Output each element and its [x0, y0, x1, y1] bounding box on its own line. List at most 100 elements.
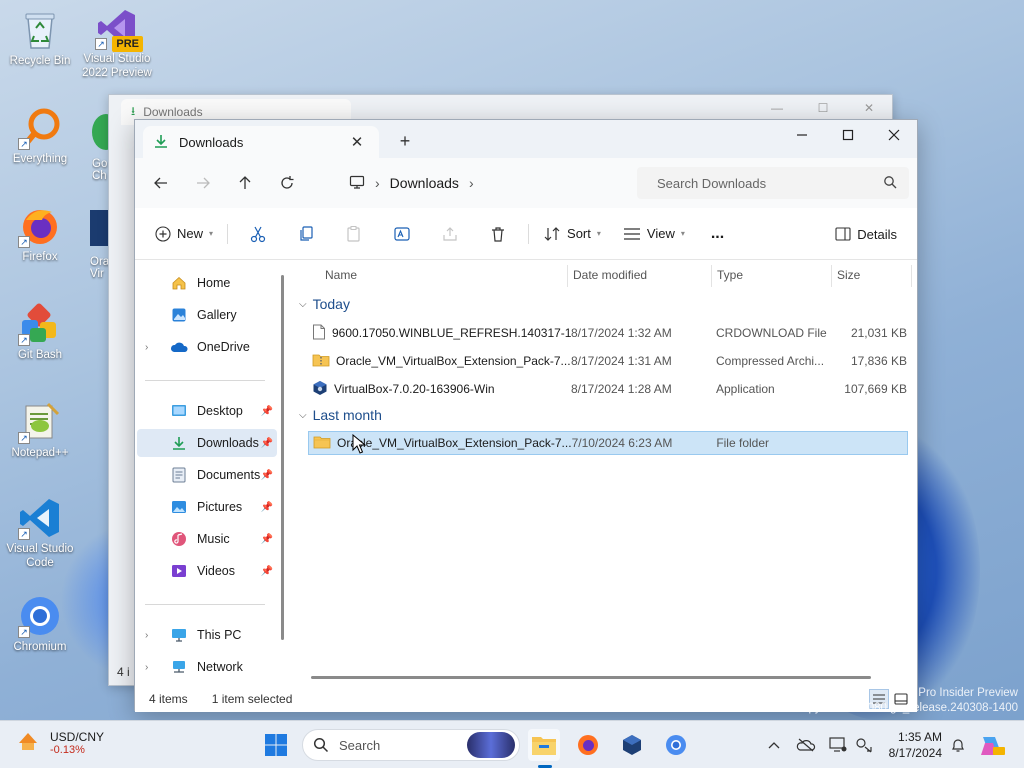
details-pane-button[interactable]: Details — [827, 218, 905, 250]
nav-pane-scrollbar[interactable] — [281, 275, 284, 640]
desktop-icon-visual-studio[interactable]: PRE ↗ Visual Studio 2022 Preview — [79, 6, 155, 80]
visual-studio-icon: PRE ↗ — [95, 6, 143, 52]
column-header-type[interactable]: Type — [717, 261, 817, 289]
desktop-icon-chromium[interactable]: ↗ Chromium — [2, 594, 78, 654]
minimize-button[interactable] — [779, 120, 825, 150]
pin-icon[interactable]: 📌 — [261, 470, 273, 481]
monitor-icon[interactable] — [349, 174, 365, 193]
refresh-icon[interactable] — [271, 167, 303, 199]
desktop-icon-notepadpp[interactable]: ↗ Notepad++ — [2, 400, 78, 460]
column-header-date[interactable]: Date modified — [573, 261, 703, 289]
maximize-button[interactable] — [825, 120, 871, 150]
delete-button[interactable] — [474, 218, 522, 250]
chevron-down-icon[interactable]: ⌵ — [299, 410, 307, 421]
search-icon[interactable] — [883, 175, 897, 192]
desktop-icon-git-bash[interactable]: ↗ Git Bash — [2, 302, 78, 362]
file-row[interactable]: Oracle_VM_VirtualBox_Extension_Pack-7...… — [308, 349, 908, 373]
nav-item-gallery[interactable]: Gallery — [137, 301, 277, 329]
display-icon[interactable] — [826, 733, 850, 757]
plus-circle-icon — [155, 225, 171, 242]
nav-item-desktop[interactable]: Desktop 📌 — [137, 397, 277, 425]
nav-item-downloads[interactable]: Downloads 📌 — [137, 429, 277, 457]
chevron-right-icon[interactable]: › — [145, 662, 161, 673]
file-row[interactable]: VirtualBox-7.0.20-163906-Win 8/17/2024 1… — [308, 377, 908, 401]
desktop-icon-everything[interactable]: ↗ Everything — [2, 106, 78, 166]
chevron-right-icon[interactable]: › — [375, 175, 380, 191]
taskbar-file-explorer[interactable] — [528, 729, 560, 761]
network-settings-icon[interactable] — [852, 733, 876, 757]
file-row[interactable]: 9600.17050.WINBLUE_REFRESH.140317-1... 8… — [308, 321, 908, 345]
sort-button[interactable]: Sort ▾ — [535, 218, 609, 250]
tab-close-icon[interactable]: ✕ — [345, 130, 369, 154]
taskbar-firefox[interactable] — [572, 729, 604, 761]
file-row-selected[interactable]: Oracle_VM_VirtualBox_Extension_Pack-7...… — [308, 431, 908, 455]
system-clock[interactable]: 1:35 AM 8/17/2024 — [880, 729, 942, 761]
column-separator[interactable] — [831, 265, 832, 287]
mouse-cursor-icon — [352, 433, 367, 457]
nav-item-videos[interactable]: Videos 📌 — [137, 557, 277, 585]
rename-button[interactable] — [378, 218, 426, 250]
taskbar-virtualbox[interactable] — [616, 729, 648, 761]
nav-item-network[interactable]: › Network — [137, 653, 277, 681]
horizontal-scrollbar[interactable] — [311, 676, 871, 679]
column-header-name[interactable]: Name — [325, 261, 545, 289]
search-input[interactable] — [657, 175, 883, 191]
group-header-last-month[interactable]: ⌵ Last month — [299, 407, 382, 423]
paste-button[interactable] — [330, 218, 378, 250]
desktop-icon-recycle-bin[interactable]: Recycle Bin — [2, 8, 78, 68]
breadcrumb-downloads[interactable]: Downloads — [390, 175, 459, 191]
explorer-window[interactable]: Downloads ✕ + › Downloads › New ▾ — [134, 119, 918, 712]
minimize-icon[interactable]: — — [754, 95, 800, 121]
preview-badge: PRE — [112, 36, 143, 52]
nav-item-documents[interactable]: Documents 📌 — [137, 461, 277, 489]
address-bar[interactable]: › Downloads › — [343, 168, 629, 198]
more-options-button[interactable]: ... — [703, 218, 732, 250]
new-tab-button[interactable]: + — [393, 129, 417, 153]
search-box[interactable] — [637, 167, 909, 199]
widget-change: -0.13% — [50, 743, 85, 756]
close-icon[interactable]: ✕ — [846, 95, 892, 121]
widgets-button[interactable]: USD/CNY -0.13% — [16, 729, 104, 756]
column-separator[interactable] — [911, 265, 912, 287]
copy-button[interactable] — [282, 218, 330, 250]
share-button[interactable] — [426, 218, 474, 250]
pin-icon[interactable]: 📌 — [261, 566, 273, 577]
taskbar-search[interactable]: Search — [302, 729, 520, 761]
chevron-right-icon[interactable]: › — [145, 630, 161, 641]
maximize-icon[interactable]: ☐ — [800, 95, 846, 121]
nav-item-this-pc[interactable]: › This PC — [137, 621, 277, 649]
column-header-size[interactable]: Size — [837, 261, 897, 289]
new-button[interactable]: New ▾ — [147, 218, 221, 250]
close-button[interactable] — [871, 120, 917, 150]
cut-button[interactable] — [234, 218, 282, 250]
view-button[interactable]: View ▾ — [615, 218, 693, 250]
pin-icon[interactable]: 📌 — [261, 502, 273, 513]
taskbar-chromium[interactable] — [660, 729, 692, 761]
column-separator[interactable] — [711, 265, 712, 287]
pin-icon[interactable]: 📌 — [261, 406, 273, 417]
onedrive-offline-icon[interactable] — [794, 733, 818, 757]
desktop-icon-firefox[interactable]: ↗ Firefox — [2, 204, 78, 264]
back-arrow-icon[interactable] — [145, 167, 177, 199]
shortcut-arrow-icon: ↗ — [18, 138, 30, 150]
desktop-icon-label: Chromium — [13, 641, 67, 653]
chevron-right-icon[interactable]: › — [469, 175, 474, 191]
nav-item-onedrive[interactable]: › OneDrive — [137, 333, 277, 361]
start-button[interactable] — [260, 729, 292, 761]
group-header-today[interactable]: ⌵ Today — [299, 296, 350, 312]
pin-icon[interactable]: 📌 — [261, 534, 273, 545]
desktop-icon-vscode[interactable]: ↗ Visual Studio Code — [2, 496, 78, 570]
nav-item-home[interactable]: Home — [137, 269, 277, 297]
forward-arrow-icon[interactable] — [187, 167, 219, 199]
tab-downloads[interactable]: Downloads ✕ — [143, 126, 379, 158]
up-arrow-icon[interactable] — [229, 167, 261, 199]
pin-icon[interactable]: 📌 — [261, 438, 273, 449]
nav-item-pictures[interactable]: Pictures 📌 — [137, 493, 277, 521]
nav-item-music[interactable]: Music 📌 — [137, 525, 277, 553]
notification-bell-icon[interactable] — [946, 733, 970, 757]
chevron-right-icon[interactable]: › — [145, 342, 161, 353]
chevron-down-icon[interactable]: ⌵ — [299, 299, 307, 310]
column-separator[interactable] — [567, 265, 568, 287]
chevron-up-icon[interactable] — [762, 733, 786, 757]
copilot-preview-icon[interactable] — [976, 729, 1008, 761]
